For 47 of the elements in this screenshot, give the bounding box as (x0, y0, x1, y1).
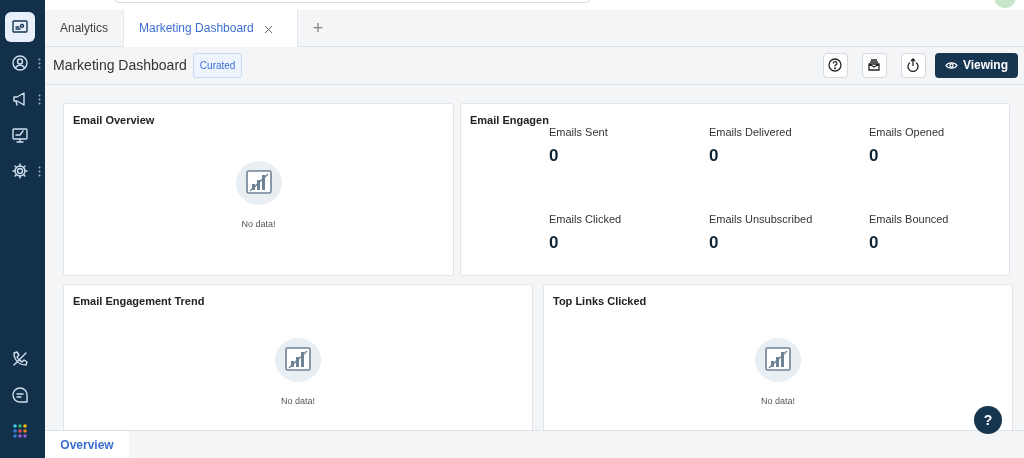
toolbar-button[interactable] (822, 52, 848, 78)
dashboard-icon (10, 18, 29, 36)
page-title: Marketing Dashboard (53, 55, 187, 75)
inbox-icon (867, 58, 882, 73)
monitor-icon (10, 126, 29, 144)
close-icon[interactable] (263, 24, 273, 34)
tab[interactable]: Overview (45, 431, 129, 458)
no-chart-icon (275, 337, 321, 383)
eye-icon (944, 60, 958, 70)
settings-icon (10, 162, 29, 180)
stat-value: 0 (549, 145, 560, 167)
help-icon (828, 58, 843, 73)
toolbar-button[interactable] (900, 52, 926, 78)
no-data-message: No data! (761, 395, 795, 408)
chat-icon (10, 386, 29, 404)
widget-title: Email Overview (73, 112, 156, 128)
stat-value: 0 (869, 232, 880, 254)
widget-title: Top Links Clicked (553, 293, 648, 309)
toolbar-button[interactable] (861, 52, 887, 78)
apps-grid-icon (10, 422, 29, 440)
phone-icon (10, 350, 29, 368)
widget-title: Email Engagement Trend (73, 293, 206, 309)
user-icon (10, 54, 29, 72)
export-icon (906, 58, 921, 73)
no-data-message: No data! (281, 395, 315, 408)
stat-value: 0 (709, 145, 720, 167)
tab[interactable]: Marketing Dashboard (123, 9, 298, 47)
stat-value: 0 (869, 145, 880, 167)
more-icon[interactable] (37, 57, 41, 69)
stat-label: Emails Opened (869, 124, 946, 140)
stat-value: 0 (709, 232, 720, 254)
sidebar-item[interactable] (4, 12, 35, 42)
stat-label: Emails Delivered (709, 124, 793, 140)
tab[interactable]: Analytics (45, 9, 124, 47)
no-chart-icon (235, 160, 282, 206)
stat-label: Emails Clicked (549, 211, 623, 227)
stat-label: Emails Unsubscribed (709, 211, 814, 227)
curated-badge: Curated (192, 52, 243, 78)
viewing-button[interactable]: Viewing (934, 52, 1018, 78)
widget-title: Email Engagen (470, 112, 550, 128)
no-chart-icon (755, 337, 801, 383)
more-icon[interactable] (37, 93, 41, 105)
no-data-message: No data! (241, 218, 276, 231)
stat-label: Emails Bounced (869, 211, 950, 227)
stat-label: Emails Sent (549, 124, 609, 140)
more-icon[interactable] (37, 165, 41, 177)
stat-value: 0 (549, 232, 560, 254)
